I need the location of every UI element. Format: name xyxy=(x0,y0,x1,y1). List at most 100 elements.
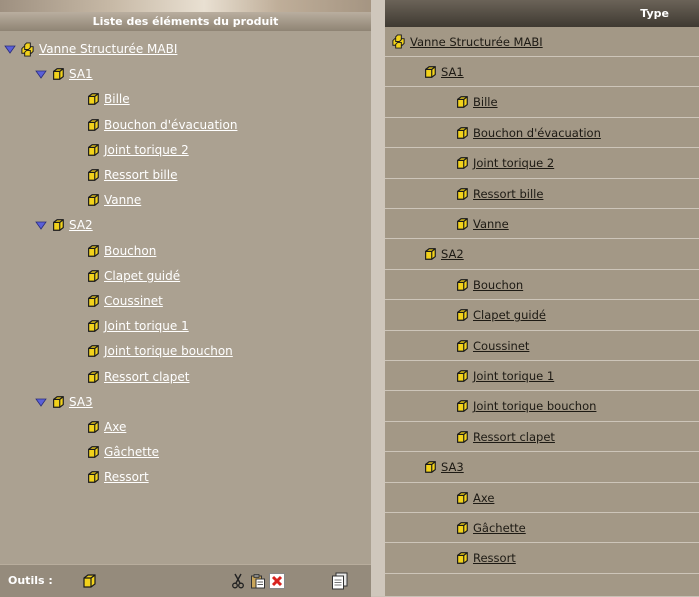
type-link[interactable]: Ressort clapet xyxy=(473,430,555,444)
cut-icon[interactable] xyxy=(230,573,246,589)
part-icon xyxy=(425,248,436,261)
tree-node: SA3 xyxy=(35,392,93,412)
tree-node-link[interactable]: Clapet guidé xyxy=(104,269,180,283)
part-icon xyxy=(88,370,99,383)
part-icon xyxy=(457,126,468,139)
part-icon xyxy=(457,400,468,413)
part-icon xyxy=(457,157,468,169)
part-icon xyxy=(53,395,64,408)
tree-node: Joint torique bouchon xyxy=(86,341,233,361)
type-row: Joint torique bouchon xyxy=(385,392,699,422)
type-row: Coussinet xyxy=(385,331,699,361)
type-row: Bouchon xyxy=(385,270,699,301)
delete-icon[interactable] xyxy=(269,573,285,589)
part-icon xyxy=(88,446,99,459)
type-link[interactable]: Ressort bille xyxy=(473,187,543,201)
part-icon xyxy=(457,218,468,230)
type-link[interactable]: Ressort xyxy=(473,551,516,565)
part-icon xyxy=(53,68,64,81)
type-link[interactable]: Axe xyxy=(473,491,494,505)
type-link[interactable]: SA1 xyxy=(441,65,464,79)
tree-node-link[interactable]: Bouchon d'évacuation xyxy=(104,118,237,132)
tree-node-link[interactable]: SA1 xyxy=(69,67,93,81)
type-link[interactable]: Clapet guidé xyxy=(473,308,546,322)
part-icon xyxy=(425,461,436,473)
tree-node-link[interactable]: Vanne xyxy=(104,193,141,207)
tree-node-link[interactable]: Ressort xyxy=(104,470,149,484)
part-icon xyxy=(53,219,64,232)
type-row: Vanne xyxy=(385,209,699,240)
expand-toggle-icon[interactable] xyxy=(35,396,47,408)
tree-node-link[interactable]: Bille xyxy=(104,92,130,106)
type-link[interactable]: Vanne xyxy=(473,217,509,231)
tree-node-link[interactable]: Gâchette xyxy=(104,445,159,459)
tree-node: Ressort bille xyxy=(86,165,177,185)
type-link[interactable]: Vanne Structurée MABI xyxy=(410,35,543,49)
product-elements-panel: Liste des éléments du produit Vanne Stru… xyxy=(0,0,371,597)
type-link[interactable]: SA3 xyxy=(441,460,464,474)
type-row: SA3 xyxy=(385,453,699,483)
tree-node-link[interactable]: Ressort bille xyxy=(104,168,177,182)
part-icon xyxy=(88,471,99,484)
tree-node: Bouchon d'évacuation xyxy=(86,115,237,135)
tree-node-link[interactable]: Joint torique 2 xyxy=(104,143,189,157)
type-link[interactable]: Joint torique 1 xyxy=(473,369,554,383)
part-icon xyxy=(88,345,99,358)
part-icon xyxy=(88,93,99,106)
tree-node-link[interactable]: Joint torique 1 xyxy=(104,319,189,333)
part-icon xyxy=(457,339,468,352)
tree-node: Vanne Structurée MABI xyxy=(4,39,177,59)
tree-node: Bille xyxy=(86,89,130,109)
tree-node: Ressort clapet xyxy=(86,367,189,387)
part-icon xyxy=(88,320,99,333)
paste-icon[interactable] xyxy=(250,573,266,589)
type-header-label: Type xyxy=(640,7,669,20)
type-link[interactable]: Coussinet xyxy=(473,339,529,353)
type-row: SA1 xyxy=(385,57,699,88)
part-icon xyxy=(88,244,99,257)
tree-node-link[interactable]: Axe xyxy=(104,420,126,434)
tree-node: Vanne xyxy=(86,190,141,210)
type-link[interactable]: Bouchon d'évacuation xyxy=(473,126,601,140)
type-row: Ressort xyxy=(385,544,699,574)
part-icon xyxy=(457,309,468,321)
expand-toggle-icon[interactable] xyxy=(4,43,16,55)
type-link[interactable]: SA2 xyxy=(441,247,464,261)
type-link[interactable]: Gâchette xyxy=(473,521,526,535)
copy-icon[interactable] xyxy=(331,572,349,590)
tree-node-link[interactable]: SA2 xyxy=(69,218,93,232)
part-icon xyxy=(457,187,468,200)
panel-banner-image xyxy=(0,0,371,12)
type-row: Gâchette xyxy=(385,513,699,544)
part-icon xyxy=(88,421,99,433)
new-part-icon[interactable] xyxy=(81,573,97,589)
tree-node-link[interactable]: SA3 xyxy=(69,395,93,409)
type-row: Axe xyxy=(385,483,699,513)
tree-node-link[interactable]: Vanne Structurée MABI xyxy=(39,42,177,56)
tree-node: Gâchette xyxy=(86,442,159,462)
type-link[interactable]: Joint torique bouchon xyxy=(473,399,596,413)
part-icon xyxy=(457,370,468,382)
part-icon xyxy=(457,430,468,443)
tree-node: Clapet guidé xyxy=(86,266,180,286)
type-panel: Type Vanne Structurée MABI SA1 Bille Boucho… xyxy=(385,0,699,596)
part-icon xyxy=(88,269,99,282)
panel-divider[interactable] xyxy=(371,0,385,596)
type-link[interactable]: Joint torique 2 xyxy=(473,156,554,170)
type-row: Vanne Structurée MABI xyxy=(385,27,699,57)
tree-node-link[interactable]: Coussinet xyxy=(104,294,163,308)
type-link[interactable]: Bouchon xyxy=(473,278,523,292)
tree-node-link[interactable]: Joint torique bouchon xyxy=(104,344,233,358)
tree-node: Joint torique 2 xyxy=(86,140,189,160)
type-link[interactable]: Bille xyxy=(473,95,498,109)
type-column-header[interactable]: Type xyxy=(385,0,699,27)
part-icon xyxy=(457,278,468,291)
type-row: Bouchon d'évacuation xyxy=(385,118,699,149)
expand-toggle-icon[interactable] xyxy=(35,68,47,80)
expand-toggle-icon[interactable] xyxy=(35,219,47,231)
tools-label: Outils : xyxy=(8,574,53,587)
tree-node: Ressort xyxy=(86,467,149,487)
tree-node-link[interactable]: Bouchon xyxy=(104,244,156,258)
tree-node-link[interactable]: Ressort clapet xyxy=(104,370,189,384)
tree-node: Joint torique 1 xyxy=(86,316,189,336)
